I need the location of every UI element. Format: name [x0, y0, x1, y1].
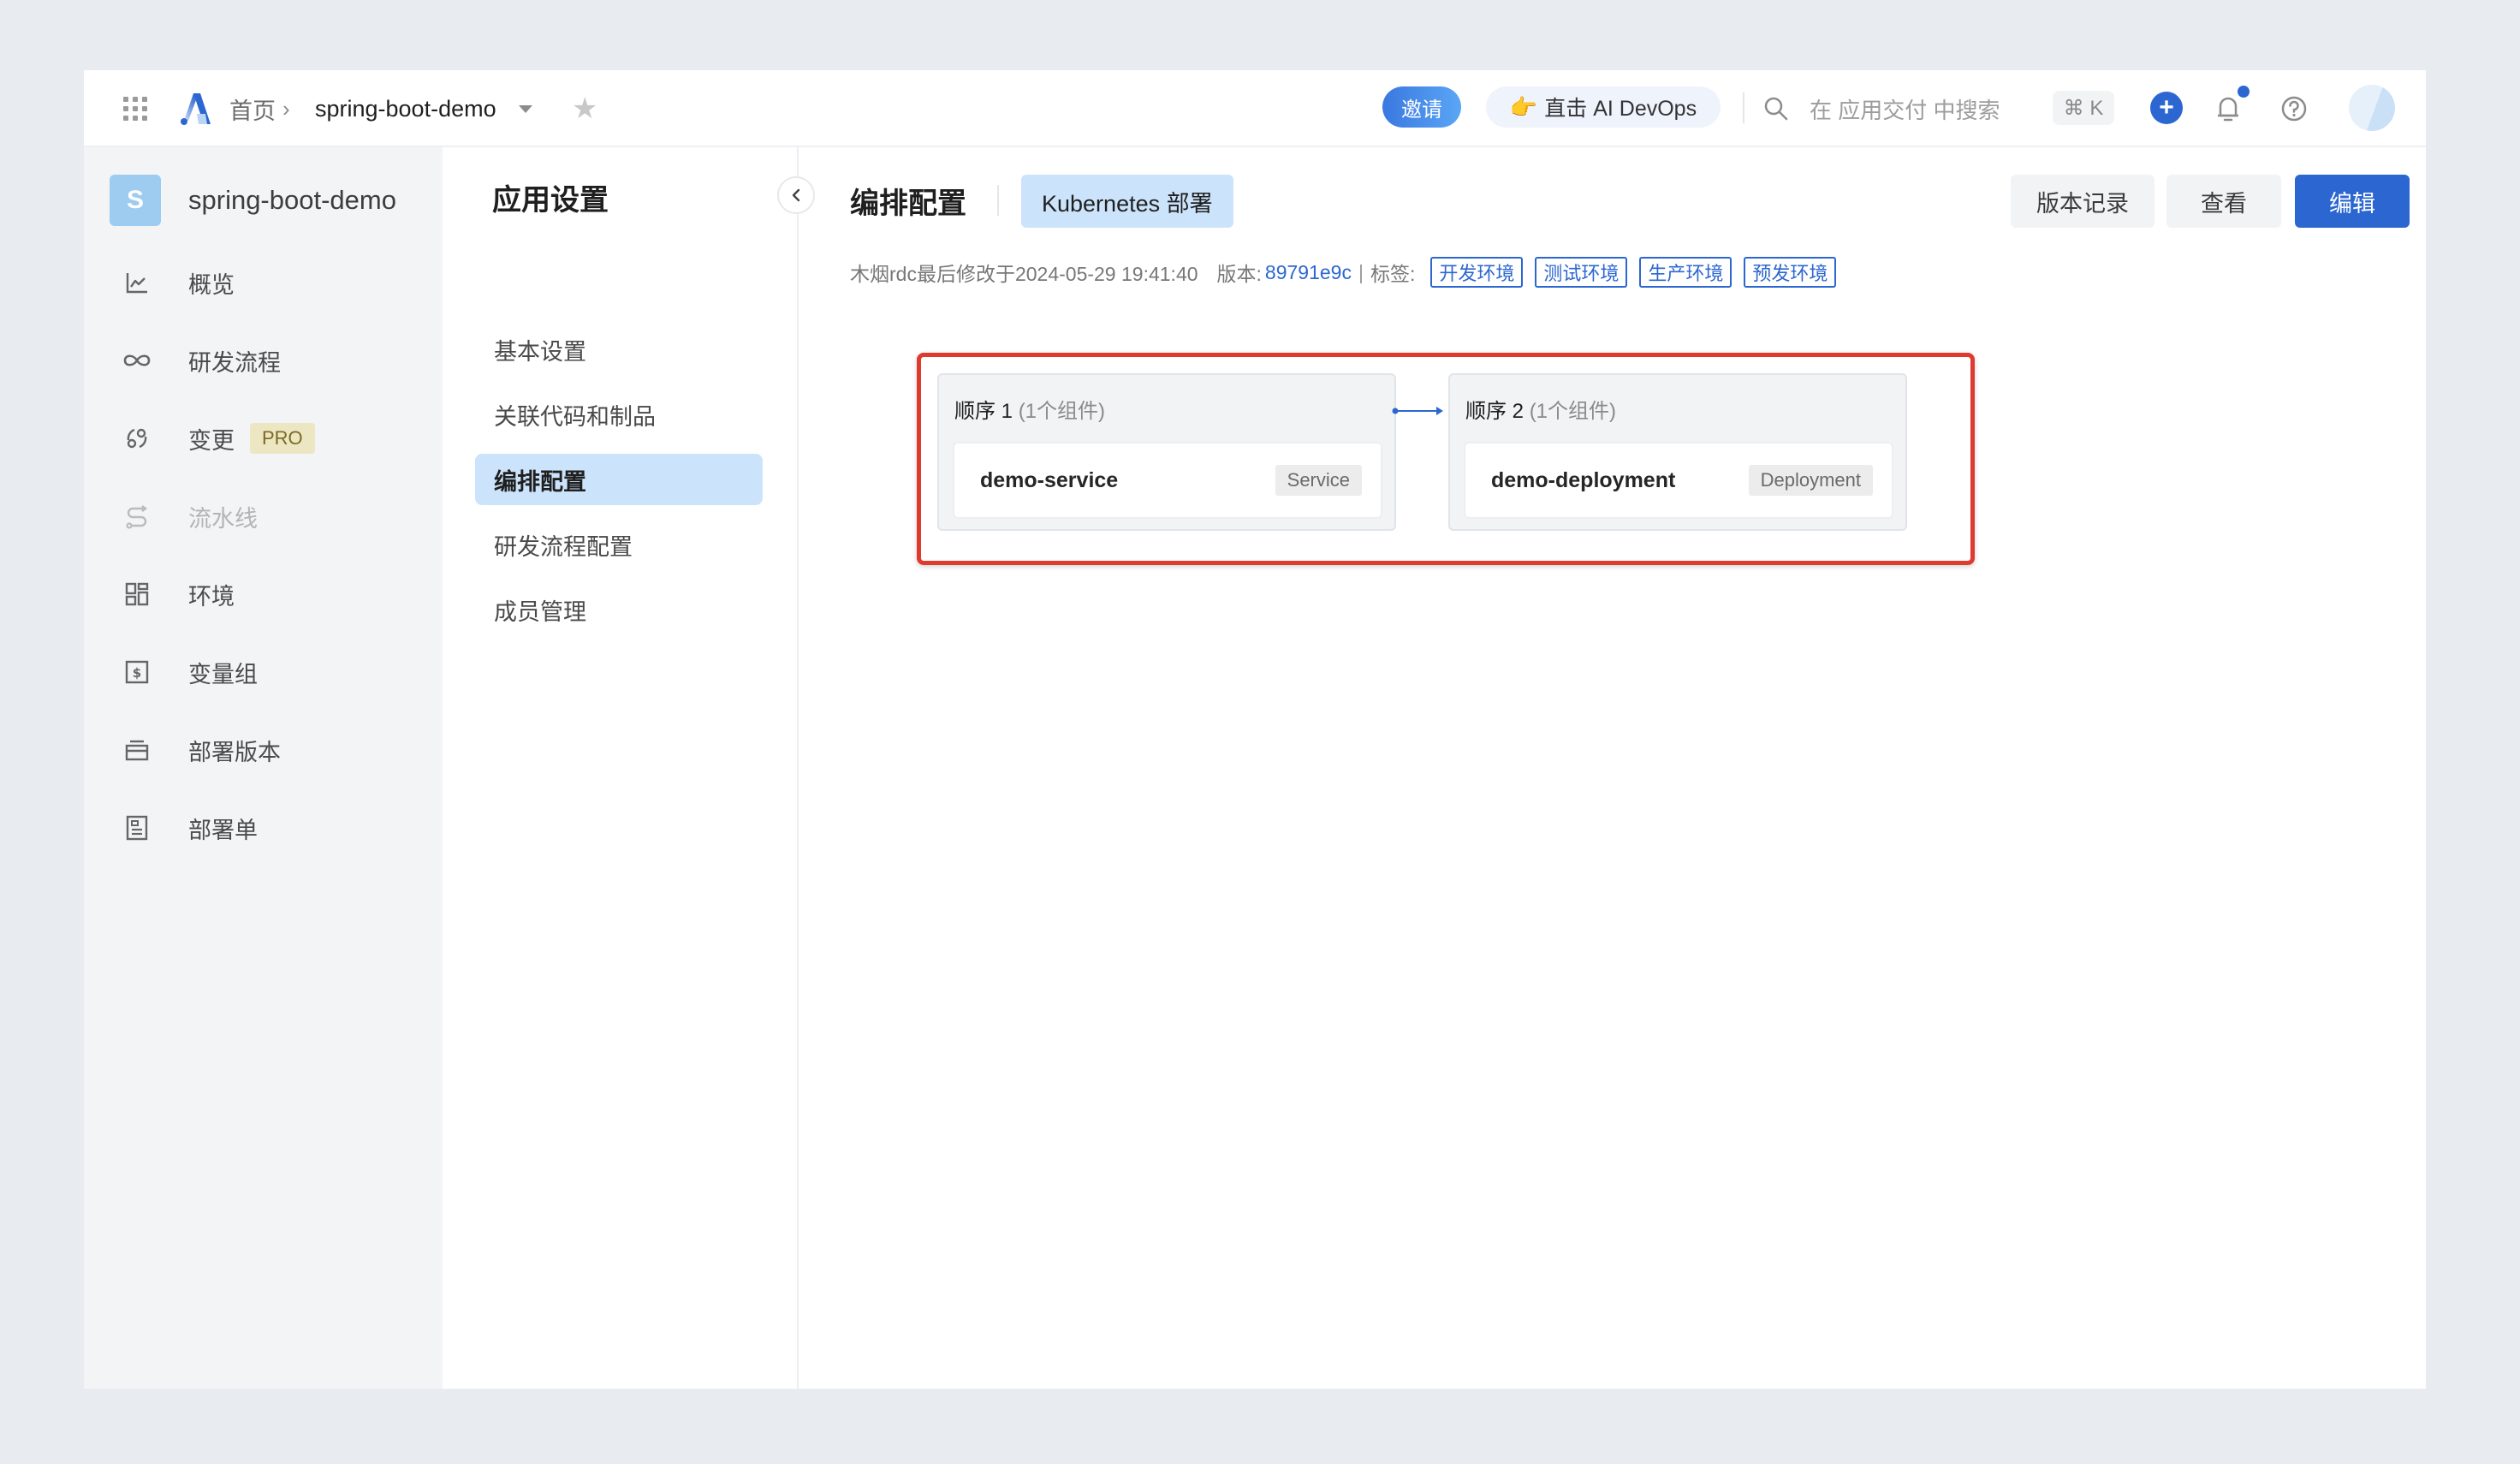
settings-menu-members[interactable]: 成员管理 [475, 584, 763, 635]
meta-row: 木烟rdc最后修改于2024-05-29 19:41:40 版本: 89791e… [850, 257, 1837, 288]
invite-button[interactable]: 邀请 [1382, 86, 1461, 128]
document-icon [110, 815, 164, 841]
edit-button[interactable]: 编辑 [2295, 175, 2410, 228]
stage-card[interactable]: 顺序 1 (1个组件) demo-service Service [937, 373, 1396, 531]
archive-icon [110, 738, 164, 762]
settings-menu-orchestration[interactable]: 编排配置 [475, 454, 763, 505]
deploy-type-badge: Kubernetes 部署 [1021, 175, 1233, 228]
breadcrumb-separator: › [282, 95, 290, 122]
notification-dot [2238, 86, 2250, 98]
stage-title: 顺序 1 (1个组件) [954, 394, 1105, 424]
pipeline-icon [110, 503, 164, 529]
chart-line-icon [110, 270, 164, 295]
meta-separator: | [1358, 260, 1364, 283]
version-history-button[interactable]: 版本记录 [2011, 175, 2154, 228]
top-header: 首页 › spring-boot-demo ★ 邀请 👉 直击 AI DevOp… [84, 70, 2426, 147]
version-link[interactable]: 89791e9c [1265, 261, 1352, 284]
tag-staging[interactable]: 预发环境 [1744, 257, 1837, 288]
settings-menu-linked-code[interactable]: 关联代码和制品 [475, 389, 763, 440]
apps-grid-icon[interactable] [123, 70, 149, 147]
component-card[interactable]: demo-deployment Deployment [1464, 442, 1893, 519]
sidebar-item-deploy-version[interactable]: 部署版本 [110, 723, 349, 777]
sidebar-item-label: 部署版本 [188, 739, 281, 765]
breadcrumb-app[interactable]: spring-boot-demo [315, 70, 496, 147]
stage-card[interactable]: 顺序 2 (1个组件) demo-deployment Deployment [1448, 373, 1907, 531]
component-kind-badge: Deployment [1748, 465, 1873, 496]
sidebar-item-deploy-order[interactable]: 部署单 [110, 800, 349, 855]
sidebar-item-label: 部署单 [188, 817, 258, 843]
sidebar-item-pipeline[interactable]: 流水线 [110, 489, 349, 544]
help-icon[interactable] [2280, 70, 2308, 147]
ai-devops-label: 直击 AI DevOps [1544, 97, 1697, 121]
app-switcher-caret-icon[interactable] [519, 70, 532, 147]
page-title: 编排配置 [850, 187, 966, 220]
sidebar-item-overview[interactable]: 概览 [110, 255, 349, 310]
pointing-hand-icon: 👉 [1509, 93, 1538, 120]
settings-panel-title: 应用设置 [492, 184, 609, 217]
search-icon[interactable] [1763, 70, 1789, 147]
component-name: demo-service [980, 467, 1119, 492]
sidebar-item-change[interactable]: 变更 PRO [110, 411, 349, 466]
settings-panel: 应用设置 基本设置 关联代码和制品 编排配置 研发流程配置 成员管理 [443, 147, 799, 1389]
sidebar-item-label: 流水线 [188, 505, 258, 532]
ai-devops-button[interactable]: 👉 直击 AI DevOps [1486, 86, 1721, 128]
shortcut-hint: ⌘ K [2053, 91, 2114, 125]
stage-count: (1个组件) [1529, 400, 1617, 423]
tags-label: 标签: [1370, 263, 1416, 285]
notification-bell-icon[interactable] [2215, 70, 2241, 147]
pro-badge: PRO [250, 423, 315, 454]
settings-menu-basic[interactable]: 基本设置 [475, 324, 763, 375]
chevron-left-icon [792, 188, 800, 202]
collapse-panel-button[interactable] [777, 176, 815, 214]
tag-test[interactable]: 测试环境 [1535, 257, 1628, 288]
component-kind-badge: Service [1275, 465, 1362, 496]
sidebar-item-label: 研发流程 [188, 349, 281, 376]
svg-text:$: $ [133, 665, 141, 681]
header-divider [1743, 92, 1744, 123]
infinity-icon [110, 352, 164, 369]
sidebar-item-label: 环境 [188, 583, 235, 610]
component-card[interactable]: demo-service Service [953, 442, 1382, 519]
stage-count: (1个组件) [1018, 400, 1106, 423]
sidebar-item-dev-flow[interactable]: 研发流程 [110, 333, 349, 388]
user-avatar[interactable] [2349, 85, 2395, 131]
sidebar-app-name: spring-boot-demo [188, 185, 396, 215]
search-input[interactable]: 在 应用交付 中搜索 [1810, 70, 2000, 147]
view-button[interactable]: 查看 [2166, 175, 2281, 228]
last-modified-text: 木烟rdc最后修改于2024-05-29 19:41:40 [850, 263, 1198, 285]
app-badge: S [110, 175, 161, 226]
app-window: 首页 › spring-boot-demo ★ 邀请 👉 直击 AI DevOp… [84, 70, 2426, 1389]
breadcrumb-home[interactable]: 首页 [229, 70, 276, 147]
stage-order: 顺序 2 [1465, 400, 1524, 423]
favorite-star-icon[interactable]: ★ [572, 70, 597, 147]
tag-prod[interactable]: 生产环境 [1639, 257, 1732, 288]
change-icon [110, 426, 164, 451]
title-divider [997, 185, 999, 216]
version-label: 版本: [1216, 263, 1262, 285]
stage-connector-arrow [1392, 407, 1443, 415]
sidebar-item-label: 变量组 [188, 661, 258, 687]
component-name: demo-deployment [1491, 467, 1676, 492]
more-options-icon[interactable] [2422, 185, 2426, 219]
tag-dev[interactable]: 开发环境 [1430, 257, 1524, 288]
settings-menu-dev-flow[interactable]: 研发流程配置 [475, 519, 763, 570]
sidebar-item-label: 变更 [188, 427, 235, 454]
main-content: 编排配置 Kubernetes 部署 版本记录 查看 编辑 木烟rdc最后修改于… [799, 147, 2426, 1389]
stage-order: 顺序 1 [954, 400, 1013, 423]
sidebar-item-variable-group[interactable]: $ 变量组 [110, 645, 349, 699]
sidebar-item-environment[interactable]: 环境 [110, 567, 349, 622]
logo-icon[interactable] [180, 70, 214, 147]
stage-title: 顺序 2 (1个组件) [1465, 394, 1616, 424]
grid-icon [110, 582, 164, 606]
create-button[interactable]: + [2150, 92, 2183, 124]
dollar-box-icon: $ [110, 660, 164, 684]
sidebar-item-label: 概览 [188, 271, 235, 298]
sidebar: S spring-boot-demo 概览 研发流程 变更 PRO 流水线 环境… [84, 147, 443, 1389]
